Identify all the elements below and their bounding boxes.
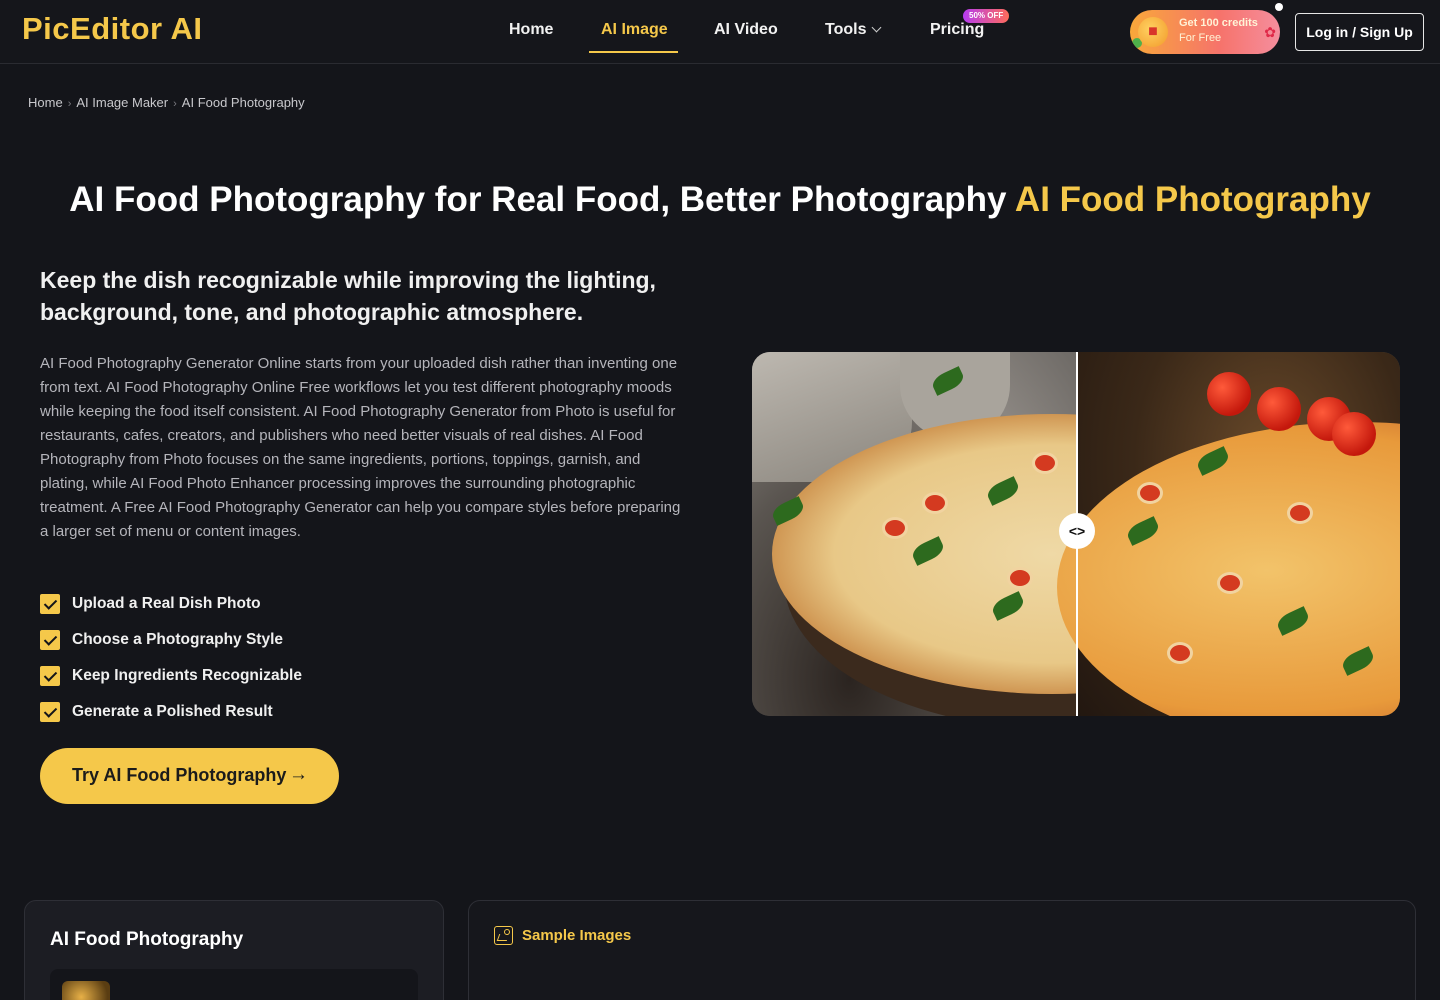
checklist-label: Generate a Polished Result (72, 703, 273, 720)
credits-line1: Get 100 credits (1179, 17, 1258, 29)
tomato-slice-graphic (1007, 567, 1033, 589)
breadcrumb-ai-image-maker[interactable]: AI Image Maker (76, 95, 168, 110)
discount-badge: 50% OFF (963, 9, 1010, 23)
login-button[interactable]: Log in / Sign Up (1295, 13, 1424, 51)
hero-description: AI Food Photography Generator Online sta… (40, 355, 681, 540)
free-credits-button[interactable]: ■ Get 100 credits For Free ✿ (1130, 10, 1280, 54)
tool-panel: AI Food Photography (24, 900, 444, 1000)
upload-area[interactable] (50, 969, 418, 1000)
page-title: AI Food Photography for Real Food, Bette… (0, 180, 1440, 220)
tomato-slice-graphic (1217, 572, 1243, 594)
nav-pricing[interactable]: Pricing (930, 21, 984, 39)
tomato-slice-graphic (1287, 502, 1313, 524)
sample-images-panel: Sample Images (468, 900, 1416, 1000)
before-image (752, 352, 1344, 716)
compare-slider-handle-icon[interactable]: <> (1059, 513, 1095, 549)
breadcrumb-separator-icon: › (173, 98, 177, 110)
sample-thumbnail[interactable] (62, 981, 110, 1000)
nav-active-indicator (589, 51, 678, 53)
nav-tools[interactable]: Tools (825, 21, 882, 39)
checklist-label: Keep Ingredients Recognizable (72, 667, 302, 684)
notification-dot (1275, 3, 1283, 11)
checklist-label: Choose a Photography Style (72, 631, 284, 648)
checklist-label: Upload a Real Dish Photo (72, 595, 261, 612)
tomato-slice-graphic (882, 517, 908, 539)
tomato-slice-graphic (922, 492, 948, 514)
before-after-compare-image[interactable]: <> (752, 352, 1400, 716)
image-icon (494, 926, 513, 945)
top-header: PicEditor AI Home AI Image AI Video Tool… (0, 0, 1440, 64)
tomato-slice-graphic (1167, 642, 1193, 664)
checkbox-icon (40, 630, 60, 650)
hero-subtitle: Keep the dish recognizable while improvi… (40, 267, 656, 325)
checkbox-icon (40, 594, 60, 614)
nav-ai-image[interactable]: AI Image (601, 21, 668, 39)
after-image (1057, 352, 1400, 716)
flower-icon: ✿ (1264, 24, 1276, 40)
cta-label: Try AI Food Photography (72, 765, 287, 785)
gift-icon: ■ (1138, 17, 1168, 47)
checkbox-icon (40, 702, 60, 722)
breadcrumb-current: AI Food Photography (181, 95, 305, 110)
breadcrumb-separator-icon: › (67, 98, 72, 110)
page-title-highlight: AI Food Photography (1014, 180, 1371, 219)
cherry-tomato-graphic (1257, 387, 1301, 431)
nav-home[interactable]: Home (509, 21, 553, 39)
tomato-slice-graphic (1137, 482, 1163, 504)
nav-tools-label: Tools (825, 21, 867, 38)
tool-panel-title: AI Food Photography (50, 929, 244, 950)
chevron-down-icon (872, 22, 882, 33)
checkbox-icon (40, 666, 60, 686)
cherry-tomato-graphic (1332, 412, 1376, 456)
arrow-right-icon: → (289, 764, 308, 785)
nav-ai-video[interactable]: AI Video (714, 21, 778, 39)
cherry-tomato-graphic (1207, 372, 1251, 416)
credits-line2: For Free (1179, 32, 1222, 44)
page-title-main: AI Food Photography for Real Food, Bette… (69, 180, 1007, 219)
breadcrumb: Home › AI Image Maker › AI Food Photography (28, 95, 305, 110)
breadcrumb-home[interactable]: Home (28, 95, 63, 110)
try-ai-food-photography-button[interactable]: Try AI Food Photography → (40, 748, 339, 804)
sample-images-title: Sample Images (522, 927, 632, 944)
tomato-slice-graphic (1032, 452, 1058, 474)
